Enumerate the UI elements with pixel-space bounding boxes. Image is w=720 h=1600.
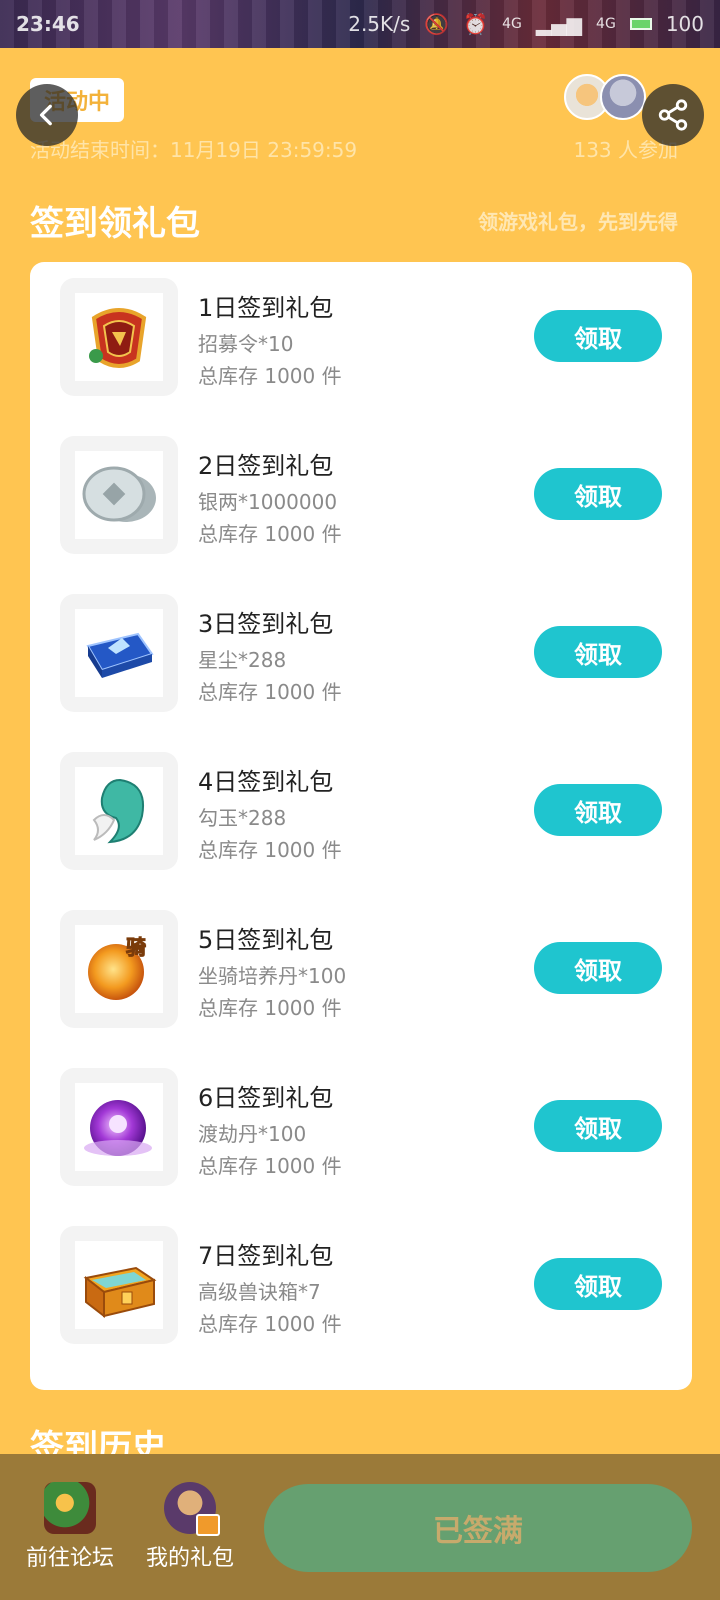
treasure-chest-icon bbox=[83, 1266, 157, 1319]
tribulation-pill-icon bbox=[84, 1100, 152, 1156]
gift-stock: 总库存 1000 件 bbox=[198, 364, 342, 388]
gift-stock: 总库存 1000 件 bbox=[198, 522, 342, 546]
section-title: 签到领礼包 bbox=[30, 204, 200, 244]
signal-icon: ▂▄▆ bbox=[535, 12, 583, 36]
network-type-2: 4G bbox=[596, 16, 616, 32]
gift-title: 4日签到礼包 bbox=[198, 768, 334, 796]
gift-stock: 总库存 1000 件 bbox=[198, 1154, 342, 1178]
forum-label: 前往论坛 bbox=[26, 1546, 115, 1571]
gift-thumbnail: 骑 bbox=[60, 910, 178, 1028]
gift-title: 5日签到礼包 bbox=[198, 926, 334, 954]
gift-thumbnail bbox=[60, 278, 178, 396]
gift-item: 6日签到礼包 渡劫丹*100 总库存 1000 件 领取 bbox=[30, 1068, 692, 1186]
gift-content: 勾玉*288 bbox=[198, 806, 287, 830]
my-gifts-icon bbox=[164, 1482, 220, 1536]
recruit-token-icon bbox=[89, 308, 147, 368]
gift-item: 7日签到礼包 高级兽诀箱*7 总库存 1000 件 领取 bbox=[30, 1226, 692, 1344]
gift-item: 3日签到礼包 星尘*288 总库存 1000 件 领取 bbox=[30, 594, 692, 712]
claim-button[interactable]: 领取 bbox=[534, 468, 662, 520]
network-type-1: 4G bbox=[502, 16, 522, 32]
gift-list-card: 1日签到礼包 招募令*10 总库存 1000 件 领取 2日签到礼包 银两*10… bbox=[30, 262, 692, 1390]
gift-thumbnail bbox=[60, 436, 178, 554]
chevron-left-icon bbox=[39, 104, 52, 126]
gift-title: 6日签到礼包 bbox=[198, 1084, 334, 1112]
gift-stock: 总库存 1000 件 bbox=[198, 680, 342, 704]
gift-content: 渡劫丹*100 bbox=[198, 1122, 307, 1146]
status-time: 23:46 bbox=[16, 12, 80, 36]
gift-stock: 总库存 1000 件 bbox=[198, 996, 342, 1020]
battery-icon bbox=[629, 18, 652, 30]
claim-button[interactable]: 领取 bbox=[534, 626, 662, 678]
participant-avatar bbox=[600, 74, 646, 120]
mount-pill-icon: 骑 bbox=[88, 935, 147, 1000]
gift-content: 坐骑培养丹*100 bbox=[198, 964, 347, 988]
gift-content: 银两*1000000 bbox=[198, 490, 338, 514]
gift-item: 1日签到礼包 招募令*10 总库存 1000 件 领取 bbox=[30, 278, 692, 396]
signed-full-button[interactable]: 已签满 bbox=[264, 1484, 692, 1572]
gift-item: 骑 5日签到礼包 坐骑培养丹*100 总库存 1000 件 领取 bbox=[30, 910, 692, 1028]
status-bar: 23:46 2.5K/s 🔕 ⏰ 4G ▂▄▆ 4G 100 bbox=[0, 0, 720, 48]
gift-title: 3日签到礼包 bbox=[198, 610, 334, 638]
my-gifts-label: 我的礼包 bbox=[146, 1546, 235, 1571]
stardust-chest-icon bbox=[86, 632, 154, 678]
gift-content: 招募令*10 bbox=[198, 332, 294, 356]
gift-stock: 总库存 1000 件 bbox=[198, 838, 342, 862]
activity-header: 活动中 活动结束时间：11月19日 23:59:59 133 人参加 bbox=[0, 48, 720, 168]
bottom-bar: 前往论坛 我的礼包 已签满 bbox=[0, 1454, 720, 1600]
share-icon bbox=[658, 99, 688, 131]
network-speed: 2.5K/s bbox=[348, 12, 411, 36]
gift-item: 2日签到礼包 银两*1000000 总库存 1000 件 领取 bbox=[30, 436, 692, 554]
gift-title: 7日签到礼包 bbox=[198, 1242, 334, 1270]
gift-thumbnail bbox=[60, 1068, 178, 1186]
claim-button[interactable]: 领取 bbox=[534, 1100, 662, 1152]
mount-pill-label: 骑 bbox=[126, 935, 146, 959]
silver-coin-icon bbox=[82, 466, 156, 522]
participant-avatars bbox=[564, 74, 646, 120]
section-subtitle: 领游戏礼包，先到先得 bbox=[478, 210, 678, 234]
gift-title: 1日签到礼包 bbox=[198, 294, 334, 322]
magatama-icon bbox=[92, 778, 144, 844]
gift-item: 4日签到礼包 勾玉*288 总库存 1000 件 领取 bbox=[30, 752, 692, 870]
forum-button[interactable]: 前往论坛 bbox=[26, 1482, 114, 1572]
gift-content: 高级兽诀箱*7 bbox=[198, 1280, 321, 1304]
claim-button[interactable]: 领取 bbox=[534, 310, 662, 362]
mute-icon: 🔕 bbox=[424, 12, 450, 36]
gift-title: 2日签到礼包 bbox=[198, 452, 334, 480]
alarm-icon: ⏰ bbox=[463, 12, 489, 36]
battery-level: 100 bbox=[665, 12, 704, 36]
gift-thumbnail bbox=[60, 594, 178, 712]
forum-game-icon bbox=[44, 1482, 96, 1534]
gift-content: 星尘*288 bbox=[198, 648, 287, 672]
gift-stock: 总库存 1000 件 bbox=[198, 1312, 342, 1336]
gift-thumbnail bbox=[60, 1226, 178, 1344]
share-button[interactable] bbox=[642, 84, 704, 146]
activity-end-time: 活动结束时间：11月19日 23:59:59 bbox=[30, 138, 358, 162]
claim-button[interactable]: 领取 bbox=[534, 1258, 662, 1310]
back-button[interactable] bbox=[16, 84, 78, 146]
my-gifts-button[interactable]: 我的礼包 bbox=[146, 1482, 234, 1572]
claim-button[interactable]: 领取 bbox=[534, 784, 662, 836]
claim-button[interactable]: 领取 bbox=[534, 942, 662, 994]
gift-thumbnail bbox=[60, 752, 178, 870]
